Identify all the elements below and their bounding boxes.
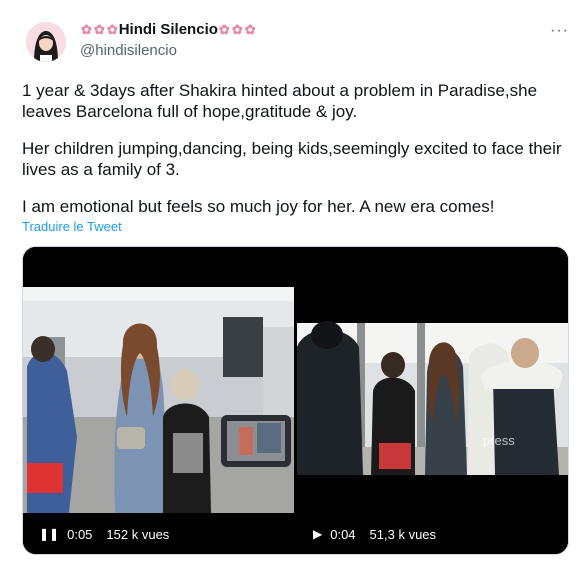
video-player-2[interactable]: press ▶ 0:04 51,3 k vues xyxy=(297,247,568,554)
video-controls-1: ❚❚ 0:05 152 k vues xyxy=(23,514,294,554)
flower-icon: ✿ xyxy=(106,21,118,37)
pause-icon[interactable]: ❚❚ xyxy=(39,527,59,541)
video-controls-2: ▶ 0:04 51,3 k vues xyxy=(297,514,568,554)
tweet-text: 1 year & 3days after Shakira hinted abou… xyxy=(22,80,574,233)
play-icon[interactable]: ▶ xyxy=(313,527,322,541)
display-name[interactable]: Hindi Silencio xyxy=(119,21,218,38)
avatar-illustration-icon xyxy=(26,22,66,62)
flower-icon: ✿ xyxy=(231,21,243,37)
flower-icon: ✿ xyxy=(93,21,105,37)
tweet-card: ✿ ✿ ✿ Hindi Silencio ✿ ✿ ✿ @hindisilenci… xyxy=(0,0,582,575)
tweet-paragraph: I am emotional but feels so much joy for… xyxy=(22,197,495,216)
more-dots-icon[interactable]: ··· xyxy=(550,22,569,40)
video-timestamp: 0:04 xyxy=(330,526,356,542)
video-frame-1 xyxy=(23,247,294,554)
video-player-1[interactable]: ❚❚ 0:05 152 k vues xyxy=(23,247,294,554)
video-view-count: 152 k vues xyxy=(106,526,170,542)
flower-icon: ✿ xyxy=(81,21,92,37)
display-name-row[interactable]: ✿ ✿ ✿ Hindi Silencio ✿ ✿ ✿ xyxy=(80,21,257,38)
translate-tweet-link[interactable]: Traduire le Tweet xyxy=(22,219,122,234)
flower-icon: ✿ xyxy=(244,21,256,37)
video-timestamp: 0:05 xyxy=(67,526,93,542)
tweet-paragraph: 1 year & 3days after Shakira hinted abou… xyxy=(22,81,538,121)
avatar[interactable] xyxy=(26,22,66,62)
tweet-paragraph: Her children jumping,dancing, being kids… xyxy=(22,139,562,179)
user-handle[interactable]: @hindisilencio xyxy=(80,42,177,59)
video-view-count: 51,3 k vues xyxy=(369,526,437,542)
press-watermark: press xyxy=(483,433,515,448)
media-grid: ❚❚ 0:05 152 k vues press ▶ 0:04 51,3 k v… xyxy=(22,246,569,555)
flower-icon: ✿ xyxy=(218,21,230,37)
video-frame-2: press xyxy=(297,247,568,554)
